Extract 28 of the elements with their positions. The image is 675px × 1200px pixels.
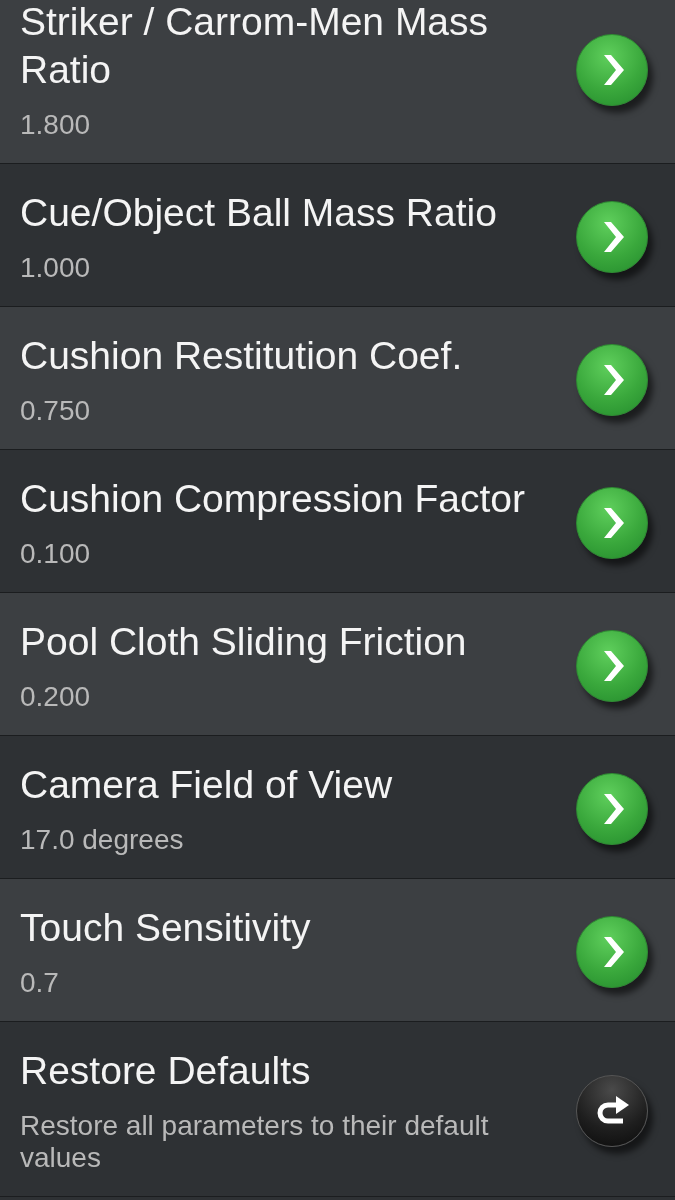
setting-value: 0.100 [20, 538, 92, 570]
chevron-icon [604, 650, 624, 681]
chevron-icon [604, 507, 624, 538]
setting-title: Restore Defaults [20, 1048, 312, 1094]
setting-title: Touch Sensitivity [20, 905, 312, 951]
setting-value: 17.0 degrees [20, 824, 185, 856]
setting-title: Camera Field of View [20, 762, 394, 808]
setting-value: 1.000 [20, 252, 92, 284]
setting-description: Restore all parameters to their default values [20, 1110, 490, 1174]
setting-value: 0.7 [20, 967, 60, 999]
setting-value: 1.800 [20, 109, 92, 141]
setting-value: 0.750 [20, 395, 92, 427]
chevron-icon [604, 793, 624, 824]
setting-row[interactable]: Cushion Restitution Coef. 0.750 [0, 307, 675, 450]
setting-title: Striker / Carrom-Men Mass Ratio [20, 0, 490, 93]
chevron-icon [604, 221, 624, 252]
setting-title: Cue/Object Ball Mass Ratio [20, 190, 498, 236]
setting-row[interactable]: Touch Sensitivity 0.7 [0, 879, 675, 1022]
setting-title: Cushion Restitution Coef. [20, 333, 464, 379]
chevron-icon [604, 364, 624, 395]
chevron-icon [604, 54, 624, 85]
setting-row[interactable]: Pool Cloth Sliding Friction 0.200 [0, 593, 675, 736]
setting-title: Cushion Compression Factor [20, 476, 527, 522]
setting-row[interactable]: Striker / Carrom-Men Mass Ratio 1.800 [0, 0, 675, 164]
redo-arrow-icon [595, 1095, 629, 1126]
setting-value: 0.200 [20, 681, 92, 713]
chevron-icon [604, 936, 624, 967]
setting-title: Pool Cloth Sliding Friction [20, 619, 468, 665]
